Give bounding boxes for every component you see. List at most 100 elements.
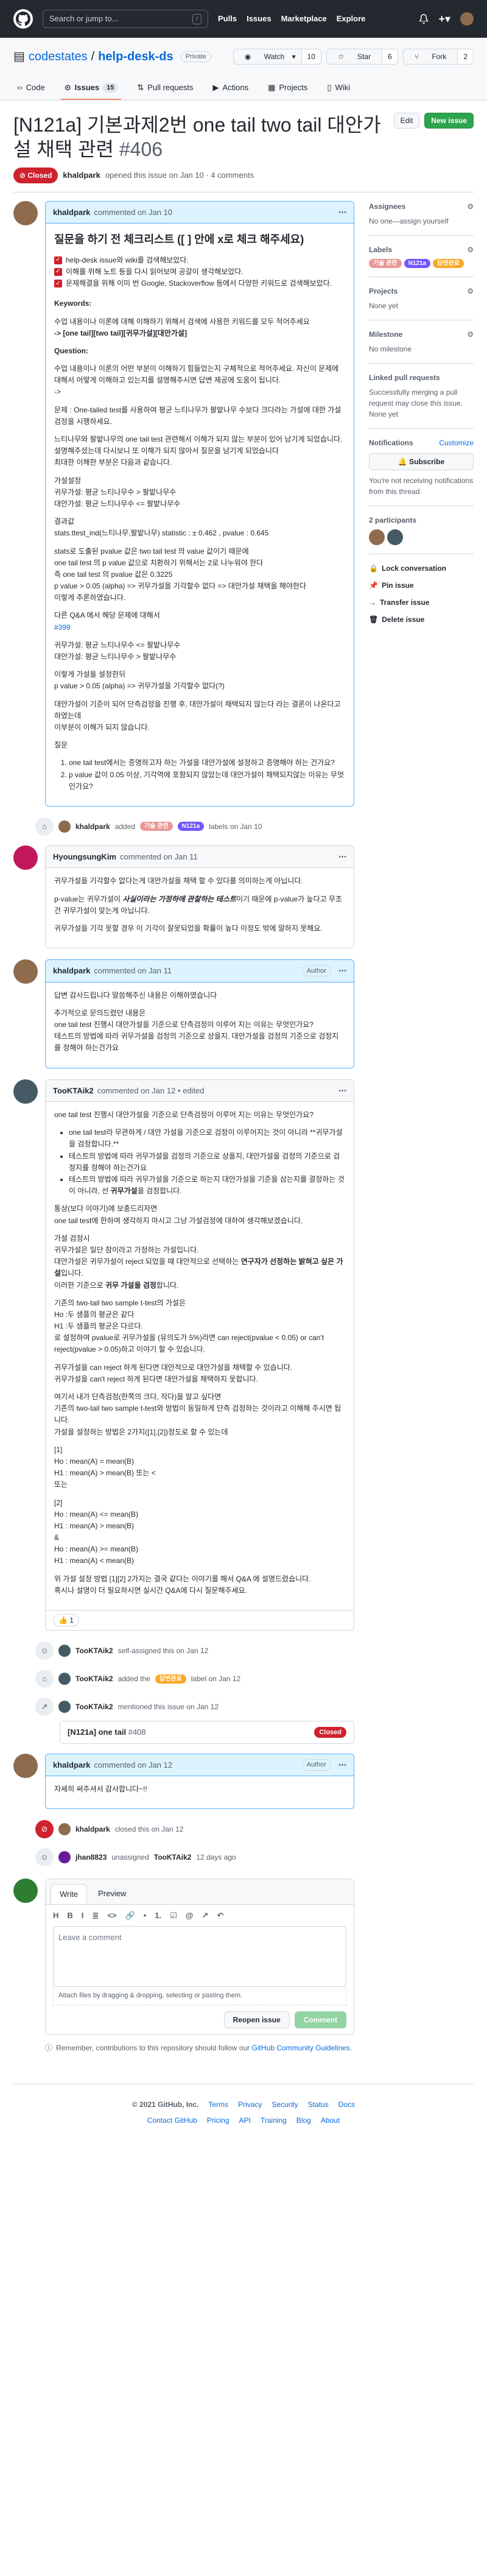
repo-owner-link[interactable]: codestates <box>29 48 88 66</box>
pin-issue-link[interactable]: 📌 Pin issue <box>369 580 474 591</box>
edit-title-button[interactable]: Edit <box>393 112 420 129</box>
referenced-issue[interactable]: [N121a] one tail #408 Closed <box>60 1721 354 1744</box>
tab-wiki[interactable]: ▯ Wiki <box>323 77 354 100</box>
reference-icon[interactable]: ↗ <box>201 1910 208 1922</box>
tab-pull-requests[interactable]: ⇅ Pull requests <box>133 77 197 100</box>
tab-issues[interactable]: ⊙ Issues 15 <box>60 77 122 100</box>
avatar[interactable] <box>58 1645 71 1657</box>
quote-icon[interactable]: ≣ <box>92 1910 99 1922</box>
bold-icon[interactable]: B <box>67 1910 72 1922</box>
watch-button[interactable]: ◉ Watch ▾ 10 <box>233 49 321 65</box>
comment-date[interactable]: commented on Jan 11 <box>94 965 172 977</box>
checkbox-checked-icon[interactable]: ✓ <box>54 256 62 264</box>
avatar[interactable] <box>58 1851 71 1864</box>
more-options-icon[interactable]: ⋯ <box>338 851 346 863</box>
star-button[interactable]: ☆ Star 6 <box>326 49 398 65</box>
footer-link-security[interactable]: Security <box>272 2099 298 2110</box>
fork-count[interactable]: 2 <box>457 49 473 64</box>
comment-button[interactable]: Comment <box>294 2011 346 2028</box>
attach-files-area[interactable]: Attach files by dragging & dropping, sel… <box>53 1987 346 2005</box>
event-actor[interactable]: TooKTAik2 <box>75 1673 113 1684</box>
avatar[interactable] <box>13 845 38 870</box>
event-actor[interactable]: TooKTAik2 <box>75 1645 113 1656</box>
subscribe-button[interactable]: 🔔 Subscribe <box>369 453 474 470</box>
avatar[interactable] <box>13 1879 38 1904</box>
italic-icon[interactable]: I <box>82 1910 84 1922</box>
numbered-list-icon[interactable]: 1. <box>155 1910 161 1922</box>
qa-issue-link[interactable]: #399 <box>54 622 345 633</box>
avatar[interactable] <box>58 1823 71 1836</box>
tab-projects[interactable]: ▦ Projects <box>264 77 311 100</box>
more-options-icon[interactable]: ⋯ <box>338 1085 346 1097</box>
heading-icon[interactable]: H <box>53 1910 58 1922</box>
footer-link-contact[interactable]: Contact GitHub <box>147 2115 197 2126</box>
label-chip[interactable]: 답변완료 <box>155 1674 186 1684</box>
gear-icon[interactable]: ⚙ <box>467 201 474 212</box>
comment-date[interactable]: commented on Jan 12 • edited <box>97 1085 205 1097</box>
nav-explore[interactable]: Explore <box>337 13 366 25</box>
bullet-list-icon[interactable]: • <box>144 1910 147 1922</box>
gear-icon[interactable]: ⚙ <box>467 329 474 340</box>
footer-link-blog[interactable]: Blog <box>296 2115 311 2126</box>
avatar[interactable] <box>58 1673 71 1685</box>
user-avatar[interactable] <box>460 12 474 26</box>
comment-author[interactable]: HyoungsungKim <box>53 851 116 863</box>
nav-pulls[interactable]: Pulls <box>218 13 237 25</box>
gear-icon[interactable]: ⚙ <box>467 286 474 297</box>
avatar[interactable] <box>13 1079 38 1104</box>
label-chip[interactable]: N121a <box>404 258 431 268</box>
footer-link-docs[interactable]: Docs <box>338 2099 355 2110</box>
footer-link-status[interactable]: Status <box>308 2099 329 2110</box>
task-list-icon[interactable]: ☑ <box>170 1910 177 1922</box>
watch-count[interactable]: 10 <box>301 49 321 64</box>
star-count[interactable]: 6 <box>382 49 398 64</box>
event-actor[interactable]: TooKTAik2 <box>75 1701 113 1712</box>
event-actor[interactable]: khaldpark <box>75 821 110 832</box>
comment-author[interactable]: TooKTAik2 <box>53 1085 94 1097</box>
avatar[interactable] <box>58 1701 71 1713</box>
more-options-icon[interactable]: ⋯ <box>338 965 346 977</box>
checkbox-checked-icon[interactable]: ✓ <box>54 280 62 288</box>
bell-icon[interactable] <box>419 14 429 24</box>
gear-icon[interactable]: ⚙ <box>467 244 474 255</box>
repo-name-link[interactable]: help-desk-ds <box>98 48 173 66</box>
github-logo-icon[interactable] <box>13 9 33 29</box>
footer-link-pricing[interactable]: Pricing <box>207 2115 229 2126</box>
event-actor[interactable]: jhan8823 <box>75 1852 107 1863</box>
mention-icon[interactable]: @ <box>186 1910 194 1922</box>
comment-author[interactable]: khaldpark <box>53 965 90 977</box>
avatar[interactable] <box>387 529 403 545</box>
code-icon[interactable]: <> <box>107 1910 116 1922</box>
customize-link[interactable]: Customize <box>439 437 474 448</box>
footer-link-privacy[interactable]: Privacy <box>238 2099 262 2110</box>
more-options-icon[interactable]: ⋯ <box>338 1759 346 1771</box>
comment-author[interactable]: khaldpark <box>53 206 90 219</box>
tab-actions[interactable]: ▶ Actions <box>209 77 252 100</box>
event-target[interactable]: TooKTAik2 <box>154 1852 192 1863</box>
avatar[interactable] <box>13 200 38 225</box>
lock-conversation-link[interactable]: 🔒 Lock conversation <box>369 563 474 574</box>
avatar[interactable] <box>369 529 385 545</box>
comment-date[interactable]: commented on Jan 12 <box>94 1759 172 1771</box>
reopen-issue-button[interactable]: Reopen issue <box>223 2011 290 2028</box>
comment-textarea[interactable]: Leave a comment <box>53 1926 346 1988</box>
checkbox-checked-icon[interactable]: ✓ <box>54 267 62 276</box>
footer-link-about[interactable]: About <box>321 2115 340 2126</box>
nav-marketplace[interactable]: Marketplace <box>281 13 327 25</box>
guidelines-link[interactable]: GitHub Community Guidelines <box>252 2044 350 2052</box>
label-chip[interactable]: N121a <box>177 822 205 831</box>
avatar[interactable] <box>13 959 38 984</box>
tab-preview[interactable]: Preview <box>89 1884 135 1904</box>
avatar[interactable] <box>13 1753 38 1778</box>
search-input[interactable]: Search or jump to... / <box>43 10 208 28</box>
issue-author-link[interactable]: khaldpark <box>63 169 100 182</box>
label-chip[interactable]: 답변완료 <box>433 258 464 268</box>
delete-issue-link[interactable]: 🗑 Delete issue <box>369 614 474 625</box>
footer-link-terms[interactable]: Terms <box>208 2099 228 2110</box>
nav-issues[interactable]: Issues <box>247 13 271 25</box>
new-issue-button[interactable]: New issue <box>424 112 474 129</box>
reply-icon[interactable]: ↶ <box>217 1910 223 1922</box>
comment-author[interactable]: khaldpark <box>53 1759 90 1771</box>
label-chip[interactable]: 기술 관련 <box>140 822 173 831</box>
fork-button[interactable]: ⑂ Fork 2 <box>402 49 474 65</box>
